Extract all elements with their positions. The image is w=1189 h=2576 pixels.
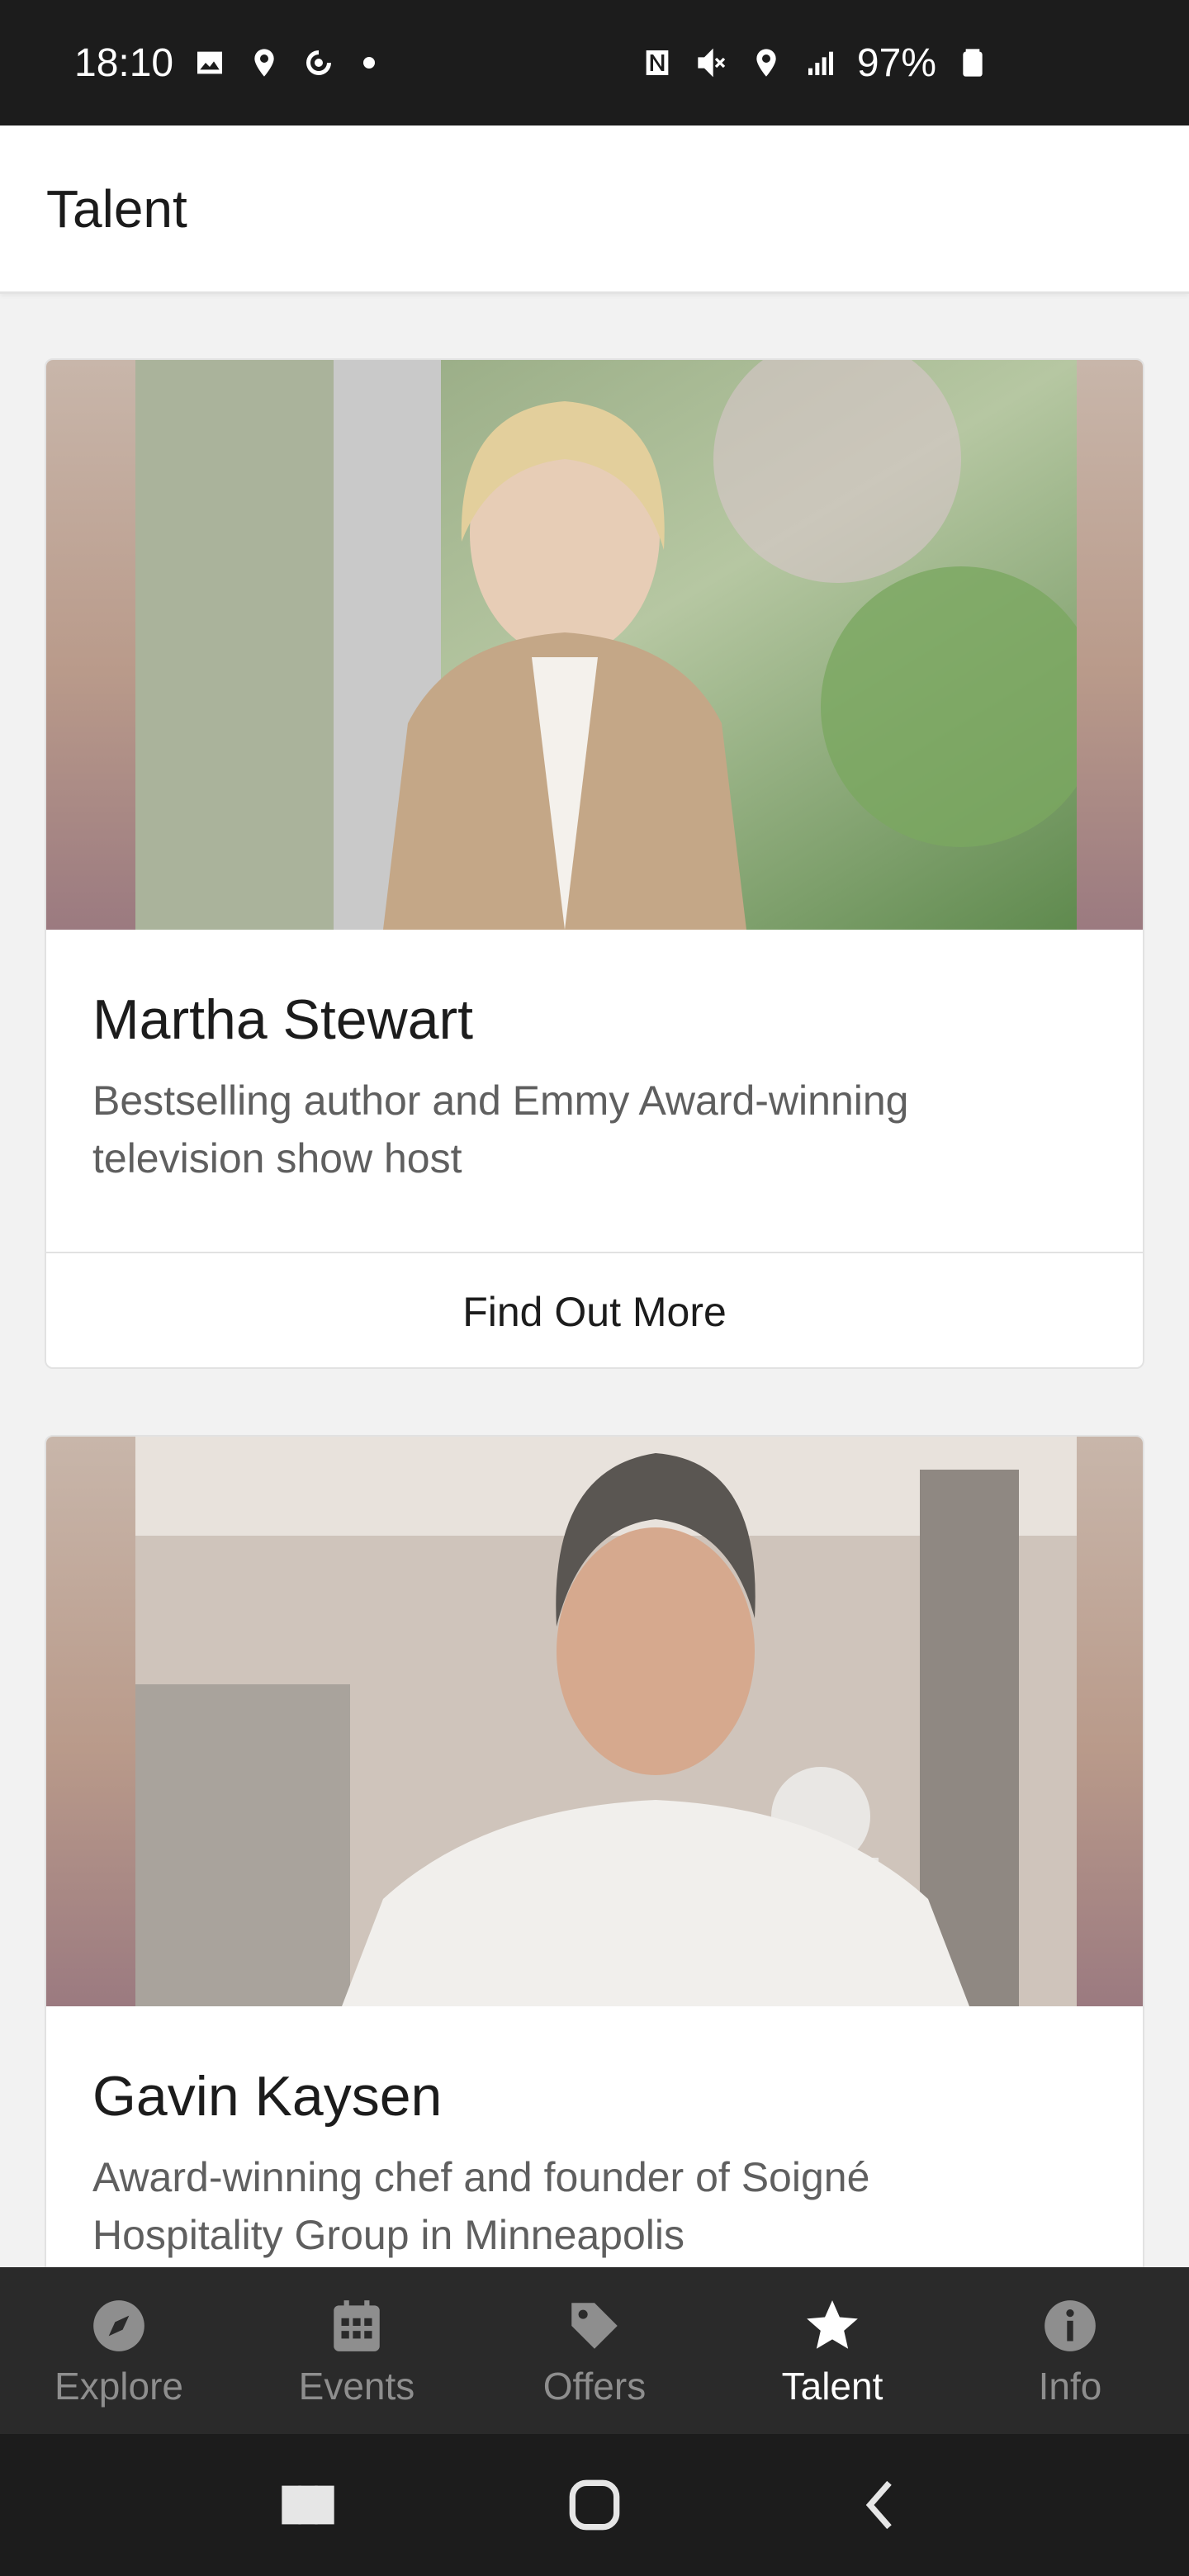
system-nav xyxy=(0,2434,1189,2576)
recents-icon xyxy=(282,2485,334,2525)
recents-button[interactable] xyxy=(258,2455,358,2555)
status-left: 18:10 xyxy=(74,40,376,86)
nav-explore[interactable]: Explore xyxy=(0,2267,238,2434)
back-button[interactable] xyxy=(831,2455,931,2555)
status-bar: 18:10 97% xyxy=(0,0,1189,125)
battery-percent: 97% xyxy=(856,40,936,85)
nav-label: Talent xyxy=(781,2365,883,2408)
nav-talent[interactable]: Talent xyxy=(713,2267,951,2434)
nav-offers[interactable]: Offers xyxy=(476,2267,713,2434)
image-icon xyxy=(192,45,228,81)
card-body: Martha Stewart Bestselling author and Em… xyxy=(46,930,1143,1187)
talent-photo xyxy=(46,360,1143,930)
info-icon xyxy=(1037,2293,1103,2359)
talent-photo-image xyxy=(135,360,1077,930)
page-title: Talent xyxy=(46,178,187,239)
talent-photo xyxy=(46,1437,1143,2006)
star-icon xyxy=(799,2293,865,2359)
card-body: Gavin Kaysen Award-winning chef and foun… xyxy=(46,2006,1143,2264)
talent-card[interactable]: Martha Stewart Bestselling author and Em… xyxy=(45,358,1144,1369)
nav-label: Offers xyxy=(542,2365,647,2408)
mute-icon xyxy=(694,45,730,81)
nav-info[interactable]: Info xyxy=(951,2267,1189,2434)
nav-label: Info xyxy=(1038,2365,1102,2408)
signal-icon xyxy=(803,45,839,81)
talent-card[interactable]: Gavin Kaysen Award-winning chef and foun… xyxy=(45,1435,1144,2267)
talent-name: Martha Stewart xyxy=(92,988,474,1051)
nfc-icon xyxy=(639,45,675,81)
status-time: 18:10 xyxy=(74,40,174,85)
talent-description: Bestselling author and Emmy Award-winnin… xyxy=(92,1077,909,1181)
talent-description: Award-winning chef and founder of Soigné… xyxy=(92,2154,870,2258)
home-button[interactable] xyxy=(545,2455,644,2555)
talent-photo-image xyxy=(135,1437,1077,2006)
battery-icon xyxy=(955,45,991,81)
nav-label: Explore xyxy=(54,2365,183,2408)
bottom-nav: Explore Events Offers Talent Info xyxy=(0,2267,1189,2434)
nav-label: Events xyxy=(298,2365,415,2408)
talent-name: Gavin Kaysen xyxy=(92,2065,443,2128)
nav-events[interactable]: Events xyxy=(238,2267,476,2434)
dot-icon xyxy=(363,57,376,69)
back-icon xyxy=(865,2480,892,2530)
calendar-icon xyxy=(324,2293,390,2359)
app-header: Talent xyxy=(0,125,1189,294)
talent-list[interactable]: Martha Stewart Bestselling author and Em… xyxy=(0,294,1189,2267)
compass-icon xyxy=(86,2293,152,2359)
status-right: 97% xyxy=(639,40,991,86)
location-icon xyxy=(748,45,784,81)
sync-icon xyxy=(301,45,337,81)
location-pin-icon xyxy=(246,45,282,81)
find-out-more-button[interactable]: Find Out More xyxy=(46,1253,1143,1367)
tag-icon xyxy=(561,2293,628,2359)
home-icon xyxy=(569,2479,620,2531)
